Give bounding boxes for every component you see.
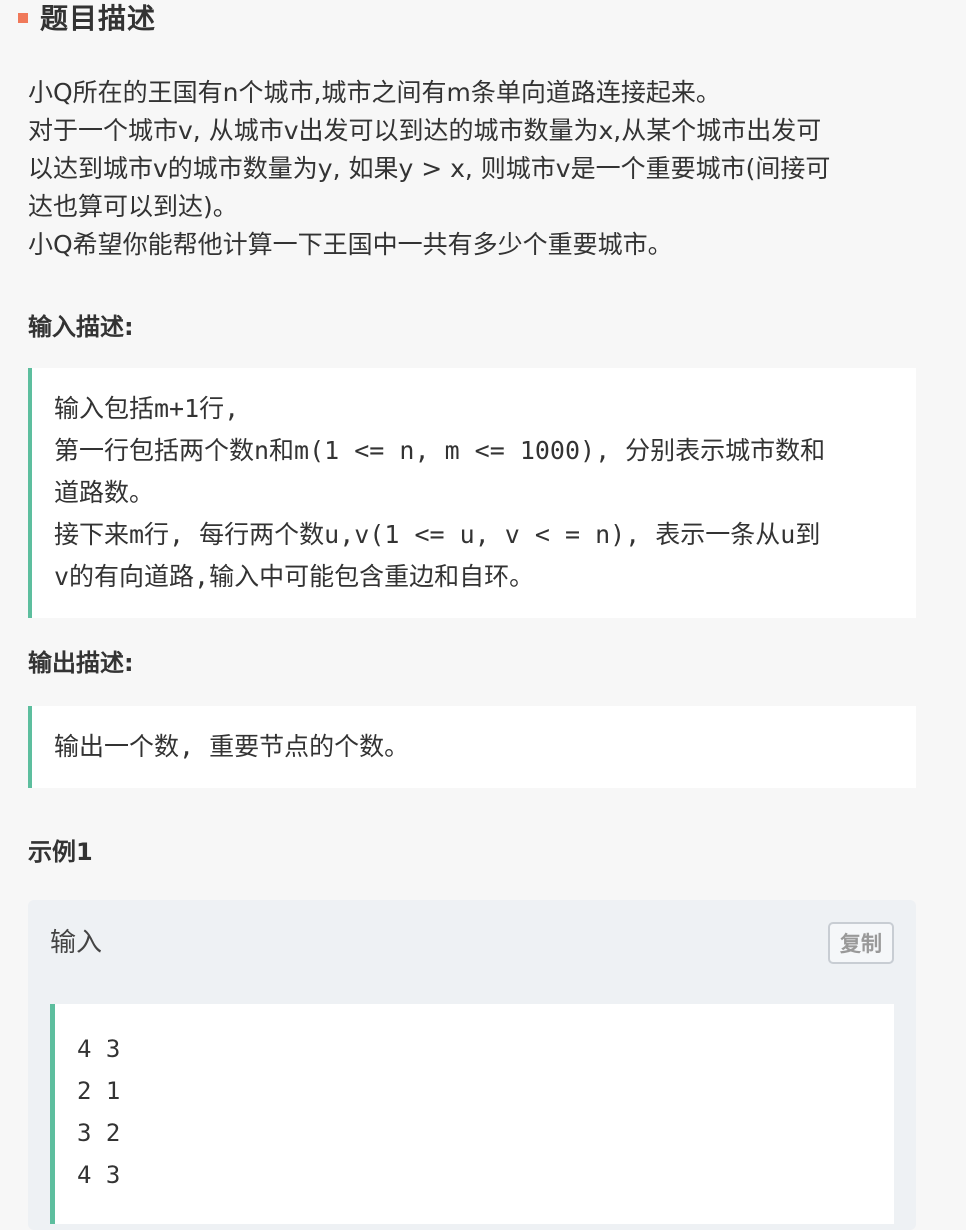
example-heading: 示例1 <box>28 838 93 866</box>
output-description-heading: 输出描述: <box>28 649 134 677</box>
code-line: 2 1 <box>77 1077 121 1105</box>
example-box: 输入 复制 4 3 2 1 3 2 4 3 <box>28 900 916 1230</box>
problem-description: 小Q所在的王国有n个城市,城市之间有m条单向道路连接起来。 对于一个城市v, 从… <box>28 74 928 264</box>
input-description-line: v的有向道路,输入中可能包含重边和自环。 <box>54 562 535 591</box>
copy-button[interactable]: 复制 <box>828 922 894 964</box>
input-description-line: 道路数。 <box>54 478 155 507</box>
page-title: 题目描述 <box>18 0 157 35</box>
title-marker-icon <box>18 13 28 23</box>
description-line: 对于一个城市v, 从城市v出发可以到达的城市数量为x,从某个城市出发可 <box>28 116 822 145</box>
description-line: 小Q所在的王国有n个城市,城市之间有m条单向道路连接起来。 <box>28 78 721 107</box>
page-title-text: 题目描述 <box>40 2 157 35</box>
example-input-code[interactable]: 4 3 2 1 3 2 4 3 <box>50 1004 894 1224</box>
input-description-line: 输入包括m+1行, <box>54 394 240 423</box>
output-description-block: 输出一个数, 重要节点的个数。 <box>28 706 916 788</box>
description-line: 达也算可以到达)。 <box>28 192 238 221</box>
input-description-line: 第一行包括两个数n和m(1 <= n, m <= 1000), 分别表示城市数和 <box>54 436 826 465</box>
code-line: 4 3 <box>77 1035 121 1063</box>
code-line: 3 2 <box>77 1119 121 1147</box>
input-description-line: 接下来m行, 每行两个数u,v(1 <= u, v < = n), 表示一条从u… <box>54 520 821 549</box>
input-description-heading: 输入描述: <box>28 313 134 341</box>
output-description-line: 输出一个数, 重要节点的个数。 <box>54 732 410 761</box>
example-input-label: 输入 <box>50 928 103 958</box>
code-line: 4 3 <box>77 1161 121 1189</box>
description-line: 以达到城市v的城市数量为y, 如果y > x, 则城市v是一个重要城市(间接可 <box>28 154 831 183</box>
input-description-block: 输入包括m+1行, 第一行包括两个数n和m(1 <= n, m <= 1000)… <box>28 368 916 618</box>
description-line: 小Q希望你能帮他计算一下王国中一共有多少个重要城市。 <box>28 230 673 259</box>
